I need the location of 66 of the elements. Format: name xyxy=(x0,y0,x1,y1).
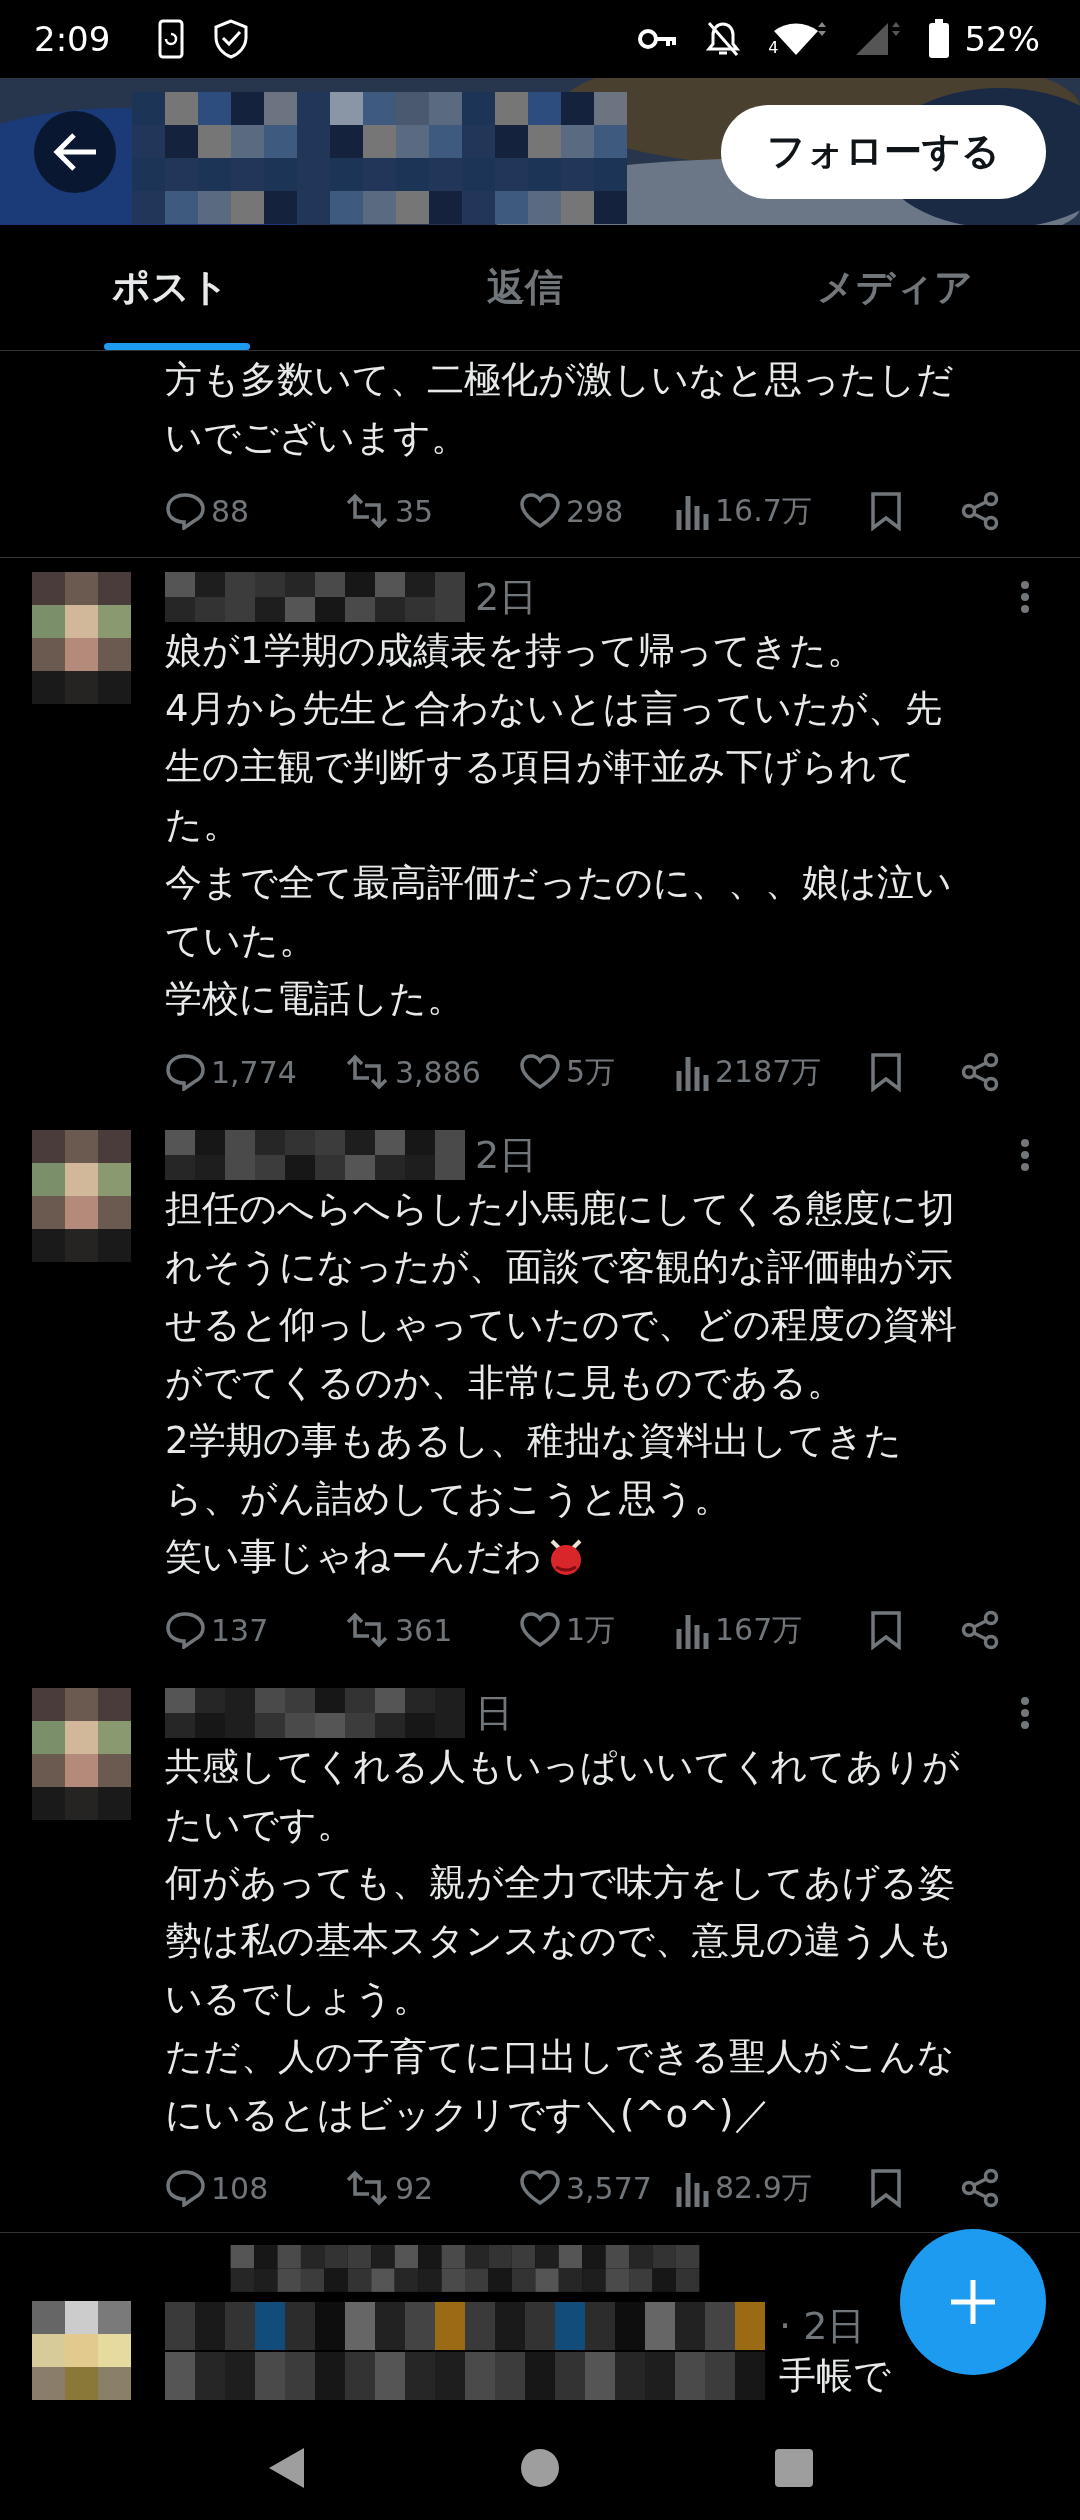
post-text: 共感してくれる人もいっぱいいてくれてありが たいです。 何があっても、親が全力で味方をしてあげる姿 勢は私の基本スタンスなので、意見の違う人も いるでしょう。 ただ、人の子育てに口出しできる聖人がこんな にいるとはビックリです＼(^o^)／ xyxy=(165,1744,961,2138)
nav-home-button[interactable] xyxy=(519,2446,561,2489)
shield-check-icon xyxy=(212,18,251,60)
reply-count: 88 xyxy=(211,493,250,529)
reply-icon[interactable] xyxy=(165,1053,205,1091)
share-icon[interactable] xyxy=(960,2168,1000,2208)
post-time: · 2日 xyxy=(779,2302,866,2350)
share-icon[interactable] xyxy=(960,491,1000,531)
repost-count: 361 xyxy=(395,1612,453,1648)
heart-icon[interactable] xyxy=(520,493,560,529)
bookmark-icon[interactable] xyxy=(870,1610,902,1650)
post-text: 方も多数いて、二極化が激しいなと思ったしだ いでございます。 xyxy=(165,357,955,461)
phone-sync-icon xyxy=(158,19,185,59)
more-icon[interactable] xyxy=(1020,1696,1030,1730)
like-count: 1万 xyxy=(566,1610,616,1649)
heart-icon[interactable] xyxy=(520,2170,560,2206)
repost-icon[interactable] xyxy=(345,2170,389,2206)
heart-icon[interactable] xyxy=(520,1054,560,1090)
reply-count: 1,774 xyxy=(211,1054,297,1090)
view-count: 167万 xyxy=(715,1610,803,1649)
tab[interactable]: メディア xyxy=(710,225,1080,350)
like-count: 298 xyxy=(566,493,624,529)
share-icon[interactable] xyxy=(960,1052,1000,1092)
repost-icon[interactable] xyxy=(345,1612,389,1648)
post-text: 担任のへらへらした小馬鹿にしてくる態度に切 れそうになったが、面談で客観的な評価軸が示 せると仰っしゃっていたので、どの程度の資料 がでてくるのか、非常に見ものである。 2学期の事もあるし、稚拙な資料出してきた ら、がん詰めしておこうと思う。 xyxy=(165,1186,958,1522)
repost-icon[interactable] xyxy=(345,493,389,529)
heart-icon[interactable] xyxy=(520,1612,560,1648)
repost-count: 35 xyxy=(395,493,434,529)
post-time: 2日 xyxy=(475,1131,538,1179)
repost-count: 3,886 xyxy=(395,1054,481,1090)
post-time: 2日 xyxy=(475,573,538,621)
follow-button[interactable]: フォローする xyxy=(721,104,1046,199)
repost-icon[interactable] xyxy=(345,1054,389,1090)
bell-off-icon xyxy=(706,20,741,58)
nav-recents-button[interactable] xyxy=(773,2447,814,2488)
view-count: 16.7万 xyxy=(715,491,812,530)
clock: 2:09 xyxy=(34,19,111,59)
post-time: 日 xyxy=(475,1689,513,1737)
arrow-left-icon xyxy=(52,131,98,172)
reply-icon[interactable] xyxy=(165,2169,205,2207)
reply-count: 108 xyxy=(211,2170,269,2206)
reply-icon[interactable] xyxy=(165,492,205,530)
network-type-label: 4 xyxy=(768,38,779,57)
like-count: 5万 xyxy=(566,1052,616,1091)
like-count: 3,577 xyxy=(566,2170,652,2206)
more-icon[interactable] xyxy=(1020,1138,1030,1172)
battery-icon xyxy=(928,19,951,59)
tab[interactable]: 返信 xyxy=(340,225,710,350)
battery-percent: 52% xyxy=(964,19,1040,59)
more-icon[interactable] xyxy=(1020,580,1030,614)
plus-icon xyxy=(948,2277,998,2327)
reply-icon[interactable] xyxy=(165,1611,205,1649)
bookmark-icon[interactable] xyxy=(870,1052,902,1092)
view-count: 2187万 xyxy=(715,1052,822,1091)
bookmark-icon[interactable] xyxy=(870,2168,902,2208)
repost-count: 92 xyxy=(395,2170,434,2206)
share-icon[interactable] xyxy=(960,1610,1000,1650)
post-text: 手帳で xyxy=(779,2353,891,2399)
key-icon xyxy=(638,27,679,51)
signal-icon xyxy=(854,21,901,57)
post-text: 娘が1学期の成績表を持って帰ってきた。 4月から先生と合わないとは言っていたが、先 生の主観で判断する項目が軒並み下げられて た。 今まで全て最高評価だったのに、、、娘は泣い ていた。 学校に電話した。 xyxy=(165,628,953,1022)
bookmark-icon[interactable] xyxy=(870,491,902,531)
reply-count: 137 xyxy=(211,1612,269,1648)
post-text: 笑い事じゃねーんだわ xyxy=(165,1534,542,1580)
view-count: 82.9万 xyxy=(715,2168,812,2207)
tab[interactable]: ポスト xyxy=(0,225,340,350)
